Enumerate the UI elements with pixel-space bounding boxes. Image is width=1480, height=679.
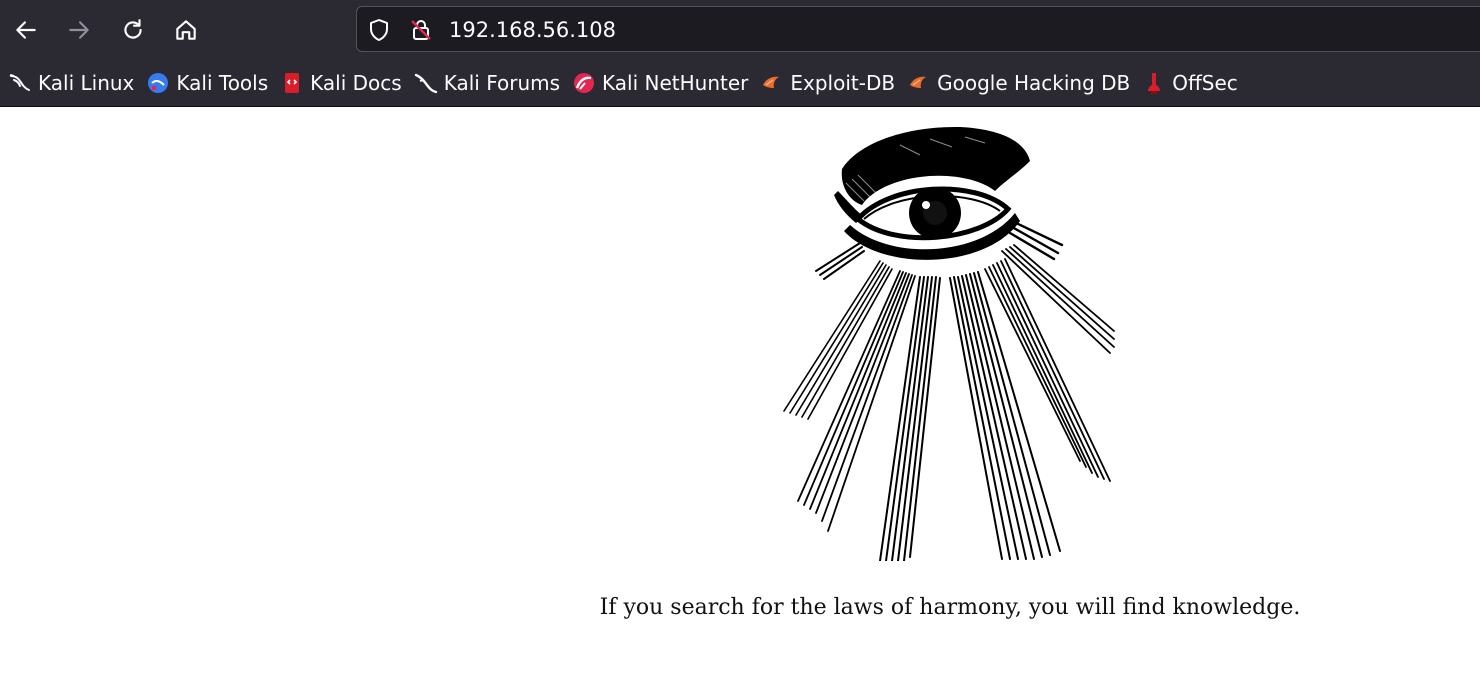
bookmark-label: Google Hacking DB — [937, 71, 1131, 95]
reload-icon — [124, 19, 142, 39]
bookmark-label: Kali Docs — [310, 71, 402, 95]
bookmark-kali-docs[interactable]: Kali Docs — [278, 65, 410, 101]
bookmark-kali-linux[interactable]: Kali Linux — [6, 65, 142, 101]
arrow-left-icon — [16, 21, 36, 39]
insecure-lock-icon[interactable] — [409, 18, 433, 42]
eye — [844, 186, 1020, 260]
offsec-icon — [1142, 71, 1166, 95]
bookmark-kali-tools[interactable]: Kali Tools — [144, 65, 276, 101]
exploit-db-icon — [760, 71, 784, 95]
bookmark-label: Exploit-DB — [790, 71, 896, 95]
bookmark-google-hacking-db[interactable]: Google Hacking DB — [905, 65, 1138, 101]
bookmark-label: Kali Tools — [176, 71, 269, 95]
light-rays — [783, 219, 1115, 561]
forward-button[interactable] — [61, 12, 97, 48]
page-content: If you search for the laws of harmony, y… — [0, 107, 1480, 679]
kali-forums-icon — [414, 71, 438, 95]
home-icon — [176, 20, 196, 40]
all-seeing-eye-image — [783, 126, 1115, 561]
kali-nethunter-icon — [572, 71, 596, 95]
bookmarks-toolbar: Kali Linux Kali Tools Kali Docs Kali For… — [0, 60, 1480, 107]
ghdb-icon — [907, 71, 931, 95]
home-button[interactable] — [168, 12, 204, 48]
bookmark-offsec[interactable]: OffSec — [1140, 65, 1246, 101]
bookmark-kali-nethunter[interactable]: Kali NetHunter — [570, 65, 756, 101]
kali-tools-icon — [146, 71, 170, 95]
browser-chrome: 192.168.56.108 Kali Linux Kali Tools Kal… — [0, 0, 1480, 107]
reload-button[interactable] — [115, 12, 151, 48]
shield-icon[interactable] — [367, 18, 391, 42]
back-button[interactable] — [8, 12, 44, 48]
url-text[interactable]: 192.168.56.108 — [449, 17, 616, 43]
bookmark-label: Kali NetHunter — [602, 71, 749, 95]
bookmark-label: OffSec — [1172, 71, 1238, 95]
navigation-toolbar: 192.168.56.108 — [0, 0, 1480, 60]
bookmark-label: Kali Forums — [443, 71, 561, 95]
bookmark-label: Kali Linux — [38, 71, 135, 95]
kali-docs-icon — [280, 71, 304, 95]
bookmark-exploit-db[interactable]: Exploit-DB — [758, 65, 903, 101]
page-caption: If you search for the laws of harmony, y… — [599, 595, 1301, 620]
bookmark-kali-forums[interactable]: Kali Forums — [412, 65, 568, 101]
url-bar[interactable]: 192.168.56.108 — [356, 6, 1480, 52]
kali-dragon-icon — [8, 71, 32, 95]
arrow-right-icon — [69, 21, 89, 39]
